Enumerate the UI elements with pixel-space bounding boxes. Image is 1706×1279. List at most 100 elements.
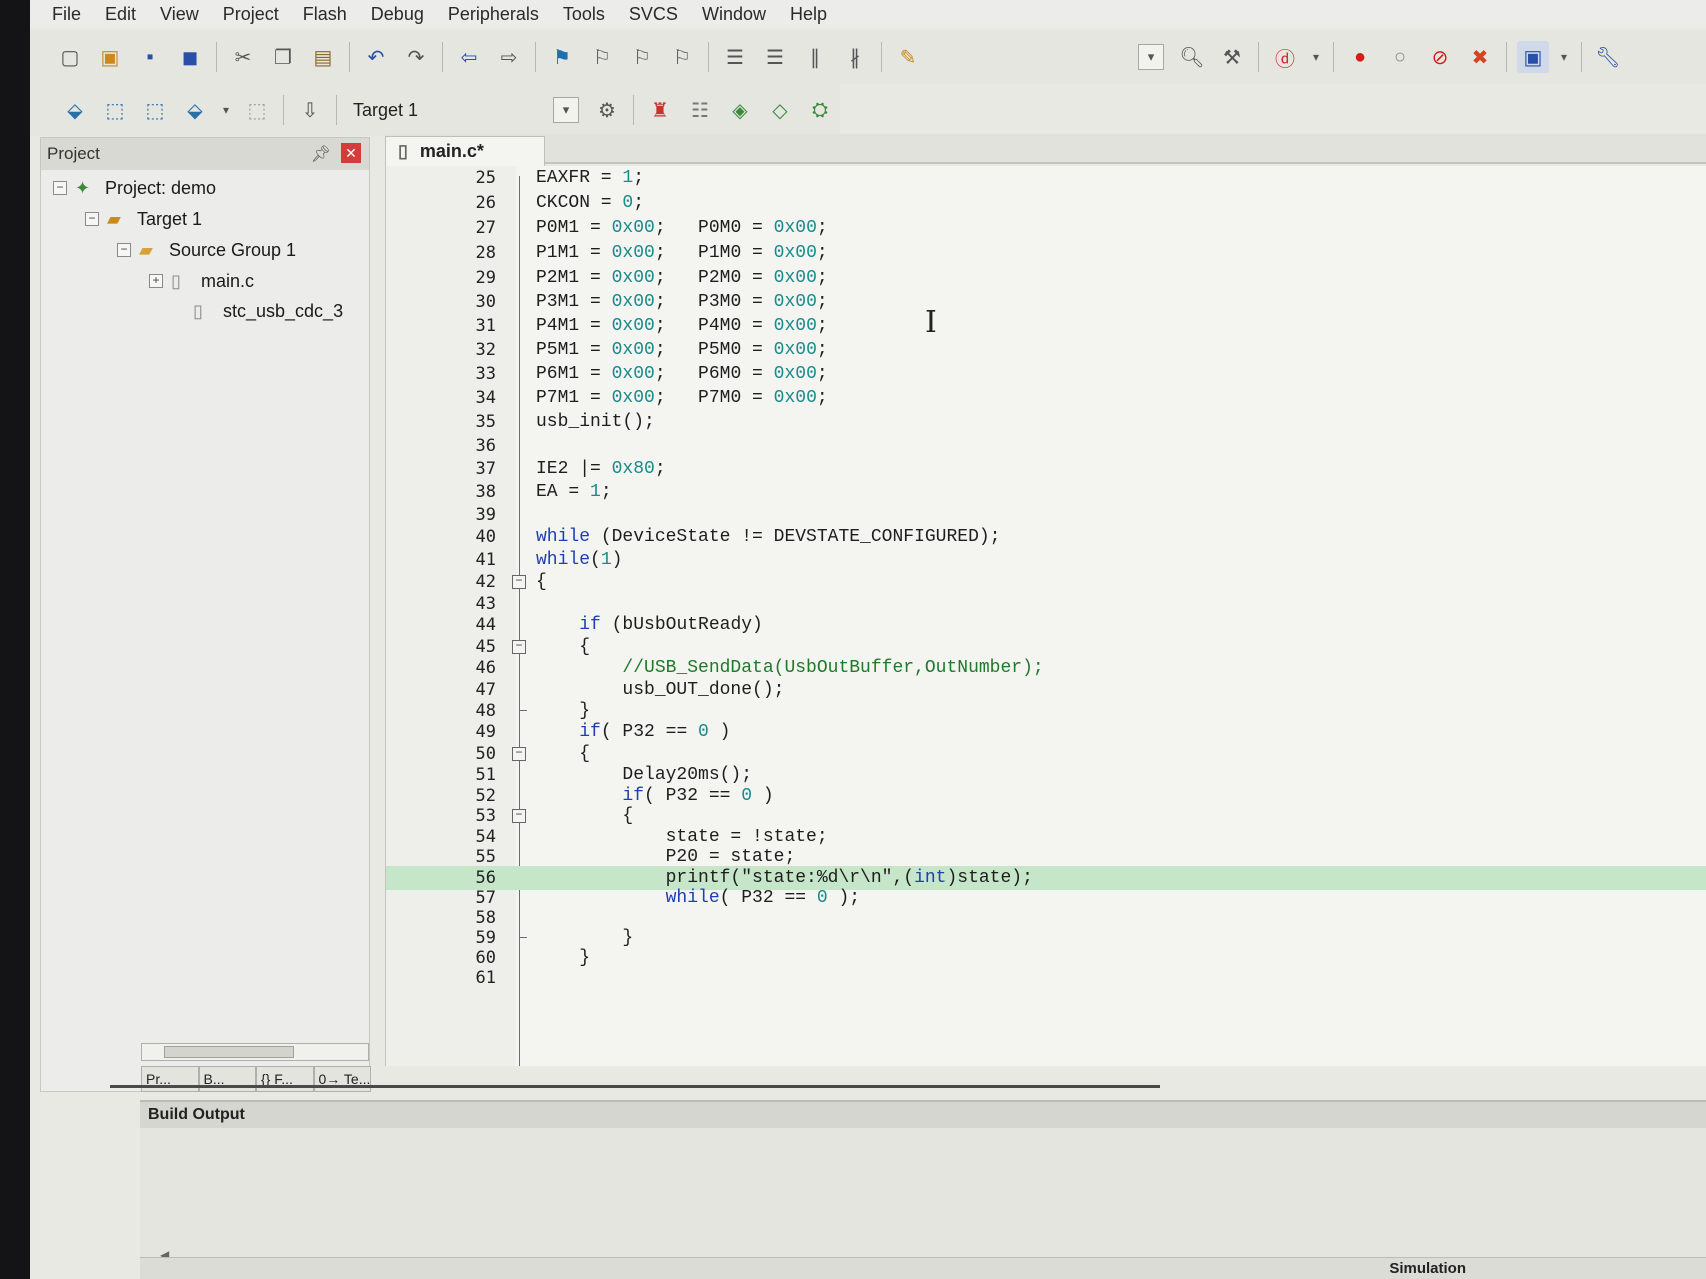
- configure-wrench-icon[interactable]: 🔧︎: [1592, 41, 1624, 73]
- collapse-icon[interactable]: −: [85, 212, 99, 226]
- tab-main-c[interactable]: ▯ main.c*: [385, 136, 545, 166]
- code-line[interactable]: 35 usb_init();: [386, 410, 1706, 434]
- pin-icon[interactable]: 📌︎: [311, 144, 331, 164]
- project-horizontal-scrollbar[interactable]: [141, 1043, 369, 1061]
- code-line[interactable]: 30 P3M1 = 0x00; P3M0 = 0x00;: [386, 290, 1706, 314]
- code-line[interactable]: 38 EA = 1;: [386, 480, 1706, 504]
- menu-project[interactable]: Project: [211, 4, 291, 25]
- target-select[interactable]: Target 1: [353, 100, 553, 121]
- code-line[interactable]: 34 P7M1 = 0x00; P7M0 = 0x00;: [386, 386, 1706, 410]
- insert-breakpoint-icon[interactable]: ●: [1344, 41, 1376, 73]
- unindent-icon[interactable]: ☰: [759, 41, 791, 73]
- code-line[interactable]: 28 P1M1 = 0x00; P1M0 = 0x00;: [386, 241, 1706, 265]
- menu-tools[interactable]: Tools: [551, 4, 617, 25]
- pack-installer-icon[interactable]: ◇: [764, 94, 796, 126]
- menu-window[interactable]: Window: [690, 4, 778, 25]
- tree-item[interactable]: − ✦ Project: demo: [53, 174, 216, 202]
- menu-svcs[interactable]: SVCS: [617, 4, 690, 25]
- code-line[interactable]: 42 −{: [386, 570, 1706, 594]
- code-line[interactable]: 31 P4M1 = 0x00; P4M0 = 0x00;: [386, 314, 1706, 338]
- tree-item[interactable]: ▯ stc_usb_cdc_32: [171, 297, 343, 325]
- file-extensions-icon[interactable]: ♜: [644, 94, 676, 126]
- tab-templates[interactable]: 0→ Te...: [313, 1066, 371, 1092]
- tab-functions[interactable]: {} F...: [256, 1066, 314, 1092]
- tab-books[interactable]: B...: [198, 1066, 256, 1092]
- tab-project[interactable]: Pr...: [141, 1066, 199, 1092]
- indent-icon[interactable]: ☰: [719, 41, 751, 73]
- open-folder-icon[interactable]: ▣: [94, 41, 126, 73]
- next-bookmark-icon[interactable]: ⚐: [626, 41, 658, 73]
- save-all-icon[interactable]: ◼: [174, 41, 206, 73]
- stop-build-icon[interactable]: ⬚: [241, 94, 273, 126]
- save-icon[interactable]: ▪: [134, 41, 166, 73]
- enable-breakpoint-icon[interactable]: ○: [1384, 41, 1416, 73]
- clear-bookmarks-icon[interactable]: ⚐: [666, 41, 698, 73]
- fold-collapse-icon[interactable]: −: [512, 747, 526, 761]
- expand-icon[interactable]: +: [149, 274, 163, 288]
- fold-collapse-icon[interactable]: −: [512, 575, 526, 589]
- menu-debug[interactable]: Debug: [359, 4, 436, 25]
- fold-collapse-icon[interactable]: −: [512, 640, 526, 654]
- layout-dropdown-icon[interactable]: ▾: [1557, 41, 1571, 73]
- editor-horizontal-scrollbar[interactable]: [110, 1085, 1160, 1088]
- menu-edit[interactable]: Edit: [93, 4, 148, 25]
- target-dropdown-icon[interactable]: ▾: [553, 97, 579, 123]
- rebuild-icon[interactable]: ⬚: [139, 94, 171, 126]
- menu-view[interactable]: View: [148, 4, 211, 25]
- code-line[interactable]: 39: [386, 503, 1706, 527]
- code-line[interactable]: 25 EAXFR = 1;: [386, 166, 1706, 190]
- tree-item[interactable]: − ▰ Target 1: [85, 205, 202, 233]
- code-line[interactable]: 33 P6M1 = 0x00; P6M0 = 0x00;: [386, 362, 1706, 386]
- menu-flash[interactable]: Flash: [291, 4, 359, 25]
- new-file-icon[interactable]: ▢: [54, 41, 86, 73]
- disable-breakpoints-icon[interactable]: ⊘: [1424, 41, 1456, 73]
- code-line[interactable]: 61: [386, 966, 1706, 990]
- build-icon[interactable]: ⬚: [99, 94, 131, 126]
- code-line[interactable]: 40 while (DeviceState != DEVSTATE_CONFIGU…: [386, 525, 1706, 549]
- uncomment-icon[interactable]: ∦: [839, 41, 871, 73]
- batch-build-dropdown-icon[interactable]: ▾: [219, 94, 233, 126]
- find-icon[interactable]: 🔍︎: [1176, 41, 1208, 73]
- close-icon[interactable]: ✕: [341, 143, 361, 163]
- debug-session-icon[interactable]: ⓓ: [1269, 41, 1301, 73]
- debug-dropdown-icon[interactable]: ▾: [1309, 41, 1323, 73]
- kill-breakpoints-icon[interactable]: ✖: [1464, 41, 1496, 73]
- navigate-forward-icon[interactable]: ⇨: [493, 41, 525, 73]
- menu-file[interactable]: File: [40, 4, 93, 25]
- code-line[interactable]: 44 if (bUsbOutReady): [386, 613, 1706, 637]
- tree-item[interactable]: + ▯ main.c: [149, 267, 254, 295]
- code-line[interactable]: 36: [386, 434, 1706, 458]
- fold-collapse-icon[interactable]: −: [512, 809, 526, 823]
- bookmark-icon[interactable]: ⚑: [546, 41, 578, 73]
- code-line[interactable]: 32 P5M1 = 0x00; P5M0 = 0x00;: [386, 338, 1706, 362]
- manage-components-icon[interactable]: ☷: [684, 94, 716, 126]
- code-line[interactable]: 29 P2M1 = 0x00; P2M0 = 0x00;: [386, 266, 1706, 290]
- menu-peripherals[interactable]: Peripherals: [436, 4, 551, 25]
- download-load-icon[interactable]: ⇩: [294, 94, 326, 126]
- code-line[interactable]: 27 P0M1 = 0x00; P0M0 = 0x00;: [386, 216, 1706, 240]
- code-line[interactable]: 46 //USB_SendData(UsbOutBuffer,OutNumber…: [386, 656, 1706, 680]
- comment-icon[interactable]: ∥: [799, 41, 831, 73]
- find-combo-dropdown-icon[interactable]: ▾: [1138, 44, 1164, 70]
- batch-build-icon[interactable]: ⬙: [179, 94, 211, 126]
- collapse-icon[interactable]: −: [53, 181, 67, 195]
- code-editor[interactable]: 25 EAXFR = 1; 26 CKCON = 0; 27 P0M1 = 0x00; P…: [385, 166, 1706, 1066]
- tree-item[interactable]: − ▰ Source Group 1: [117, 236, 296, 264]
- window-layout-icon[interactable]: ▣: [1517, 41, 1549, 73]
- code-line[interactable]: 41 while(1): [386, 548, 1706, 572]
- navigate-back-icon[interactable]: ⇦: [453, 41, 485, 73]
- prev-bookmark-icon[interactable]: ⚐: [586, 41, 618, 73]
- code-line[interactable]: 26 CKCON = 0;: [386, 191, 1706, 215]
- scrollbar-thumb[interactable]: [164, 1046, 294, 1058]
- incremental-find-icon[interactable]: ⚒: [1216, 41, 1248, 73]
- paste-icon[interactable]: ▤: [307, 41, 339, 73]
- collapse-icon[interactable]: −: [117, 243, 131, 257]
- redo-icon[interactable]: ↷: [400, 41, 432, 73]
- copy-icon[interactable]: ❐: [267, 41, 299, 73]
- find-in-files-icon[interactable]: ✎: [892, 41, 924, 73]
- target-options-icon[interactable]: ⚙: [591, 94, 623, 126]
- runtime-environment-icon[interactable]: ⛭: [804, 94, 836, 126]
- code-line[interactable]: 49 if( P32 == 0 ): [386, 720, 1706, 744]
- translate-icon[interactable]: ⬙: [59, 94, 91, 126]
- menu-help[interactable]: Help: [778, 4, 839, 25]
